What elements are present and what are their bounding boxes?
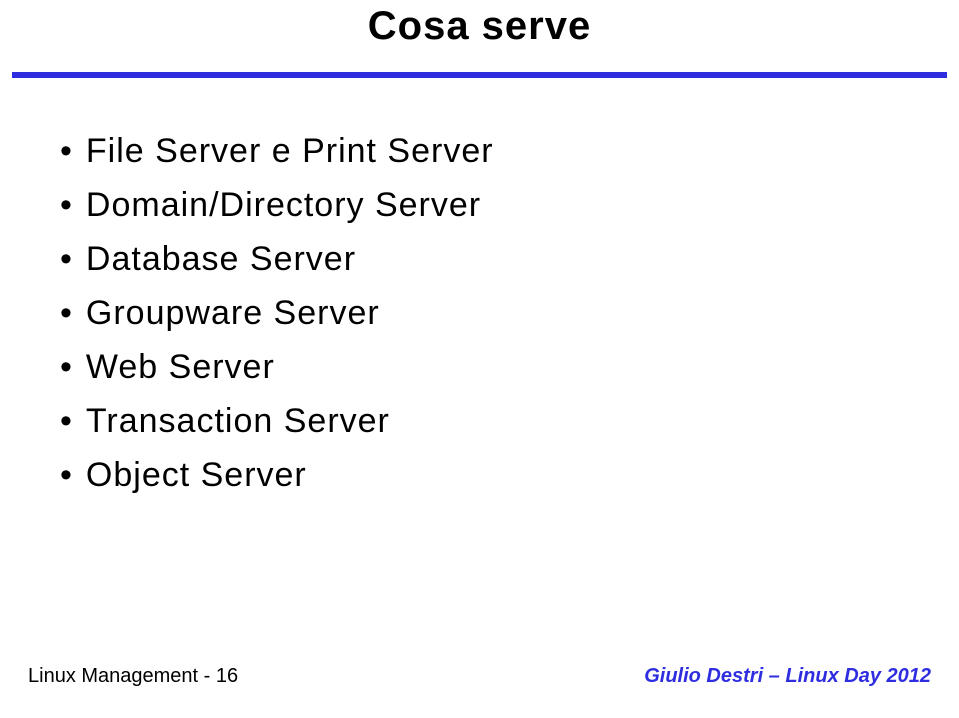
bullet-icon: • [60, 292, 72, 334]
list-item-text: Database Server [86, 238, 356, 280]
list-item-text: Transaction Server [86, 400, 390, 442]
list-item-text: Groupware Server [86, 292, 380, 334]
bullet-icon: • [60, 346, 72, 388]
list-item-text: Object Server [86, 454, 307, 496]
list-item: • Web Server [60, 346, 494, 388]
bullet-icon: • [60, 184, 72, 226]
footer-page-info: Linux Management - 16 [28, 665, 238, 688]
bullet-icon: • [60, 130, 72, 172]
bullet-icon: • [60, 238, 72, 280]
bullet-icon: • [60, 400, 72, 442]
list-item: • Transaction Server [60, 400, 494, 442]
list-item-text: Domain/Directory Server [86, 184, 481, 226]
list-item-text: File Server e Print Server [86, 130, 494, 172]
list-item: • Domain/Directory Server [60, 184, 494, 226]
list-item-text: Web Server [86, 346, 275, 388]
list-item: • Groupware Server [60, 292, 494, 334]
list-item: • Object Server [60, 454, 494, 496]
slide: Cosa serve • File Server e Print Server … [0, 0, 959, 718]
bullet-icon: • [60, 454, 72, 496]
bullet-list: • File Server e Print Server • Domain/Di… [60, 130, 494, 508]
footer-author-event: Giulio Destri – Linux Day 2012 [644, 665, 931, 688]
list-item: • File Server e Print Server [60, 130, 494, 172]
title-underline [12, 72, 947, 78]
list-item: • Database Server [60, 238, 494, 280]
slide-title: Cosa serve [0, 4, 959, 49]
